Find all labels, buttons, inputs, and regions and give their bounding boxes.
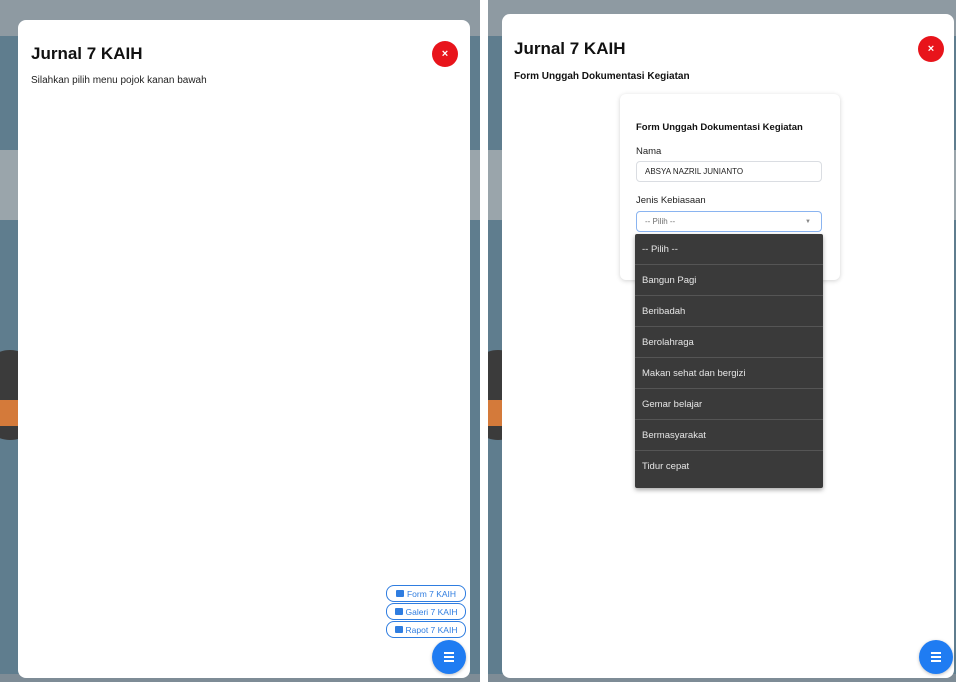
image-icon	[394, 626, 403, 633]
dropdown-option[interactable]: Makan sehat dan bergizi	[635, 358, 823, 389]
close-button[interactable]: ×	[432, 41, 458, 67]
habit-label: Jenis Kebiasaan	[636, 195, 706, 206]
habit-select-value: -- Pilih --	[645, 217, 676, 226]
rapot-7-kaih-button[interactable]: Rapot 7 KAIH	[386, 621, 466, 638]
form-7-kaih-button[interactable]: Form 7 KAIH	[386, 585, 466, 602]
menu-fab-button[interactable]	[432, 640, 466, 674]
name-input[interactable]: ABSYA NAZRIL JUNIANTO	[636, 161, 822, 182]
right-screen: Jurnal 7 KAIH × Form Unggah Dokumentasi …	[488, 0, 956, 682]
left-screen: Jurnal 7 KAIH × Silahkan pilih menu pojo…	[0, 0, 480, 682]
dropdown-option[interactable]: Beribadah	[635, 296, 823, 327]
name-label: Nama	[636, 146, 662, 157]
galeri-7-kaih-button[interactable]: Galeri 7 KAIH	[386, 603, 466, 620]
close-icon: ×	[441, 48, 449, 60]
instruction-text: Silahkan pilih menu pojok kanan bawah	[31, 75, 207, 86]
close-button[interactable]: ×	[918, 36, 944, 62]
dropdown-option[interactable]: Bermasyarakat	[635, 420, 823, 451]
dropdown-option[interactable]: Gemar belajar	[635, 389, 823, 420]
habit-dropdown-list: -- Pilih -- Bangun Pagi Beribadah Berola…	[635, 234, 823, 488]
modal-title: Jurnal 7 KAIH	[514, 39, 626, 58]
dropdown-option[interactable]: Bangun Pagi	[635, 265, 823, 296]
dropdown-option[interactable]: Berolahraga	[635, 327, 823, 358]
modal-title: Jurnal 7 KAIH	[31, 44, 143, 63]
image-icon	[394, 608, 403, 615]
upload-modal: Jurnal 7 KAIH × Form Unggah Dokumentasi …	[502, 14, 954, 678]
journal-modal: Jurnal 7 KAIH × Silahkan pilih menu pojo…	[18, 20, 470, 678]
form-title: Form Unggah Dokumentasi Kegiatan	[636, 122, 803, 133]
menu-icon	[931, 652, 941, 654]
dropdown-option[interactable]: Tidur cepat	[635, 451, 823, 482]
menu-icon	[444, 652, 454, 654]
habit-select[interactable]: -- Pilih -- ▼	[636, 211, 822, 232]
close-icon: ×	[927, 43, 935, 55]
edit-icon	[395, 590, 404, 597]
menu-fab-button[interactable]	[919, 640, 953, 674]
dropdown-option[interactable]: -- Pilih --	[635, 234, 823, 265]
chevron-down-icon: ▼	[805, 218, 811, 225]
modal-subtitle: Form Unggah Dokumentasi Kegiatan	[514, 71, 690, 82]
